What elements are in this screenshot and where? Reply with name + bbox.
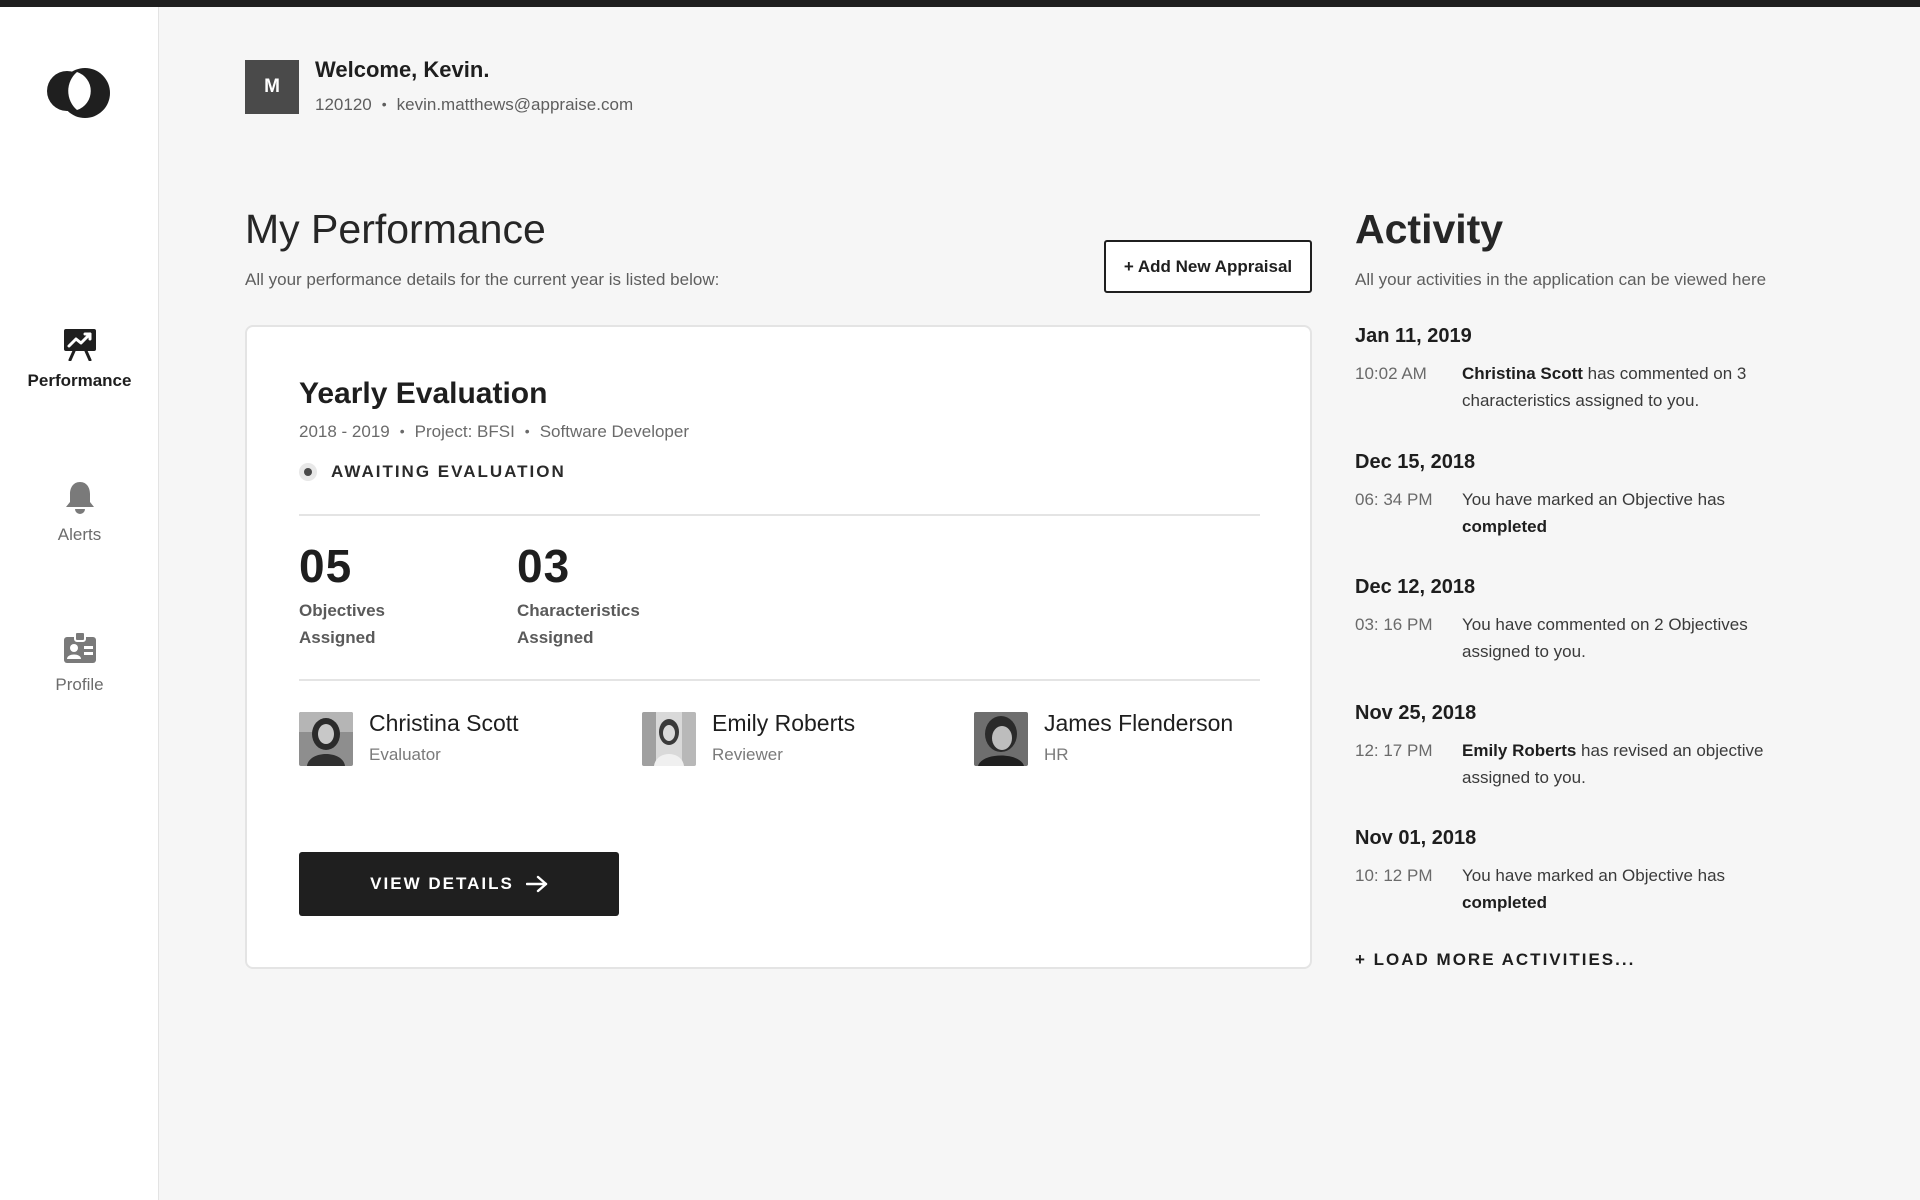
activity-time: 12: 17 PM	[1355, 740, 1433, 760]
divider	[299, 679, 1260, 681]
activity-item: Nov 01, 2018 10: 12 PM You have marked a…	[1355, 827, 1825, 953]
presentation-chart-icon	[0, 327, 159, 361]
person-role: HR	[1044, 745, 1069, 764]
activity-text: You have marked an Objective has complet…	[1462, 862, 1807, 916]
sidebar-item-label: Alerts	[57, 525, 102, 544]
job-role: Software Developer	[539, 422, 690, 441]
activity-emphasis: completed	[1462, 516, 1548, 536]
stat-label: Objectives Assigned	[299, 597, 449, 651]
activity-list: Jan 11, 2019 10:02 AM Christina Scott ha…	[1355, 325, 1825, 953]
stat-value: 03	[517, 540, 571, 592]
activity-item: Dec 12, 2018 03: 16 PM You have commente…	[1355, 576, 1825, 702]
sidebar-item-label: Performance	[27, 371, 132, 390]
avatar	[974, 712, 1028, 766]
person-role: Evaluator	[369, 745, 441, 764]
separator-dot: •	[524, 423, 530, 439]
activity-message: You have marked an Objective has	[1462, 866, 1726, 885]
avatar	[642, 712, 696, 766]
view-details-label: VIEW DETAILS	[370, 874, 514, 893]
stat-label-line: Objectives	[299, 601, 385, 620]
activity-item: Dec 15, 2018 06: 34 PM You have marked a…	[1355, 451, 1825, 577]
activity-text: You have commented on 2 Objectives assig…	[1462, 611, 1807, 665]
activity-date: Dec 15, 2018	[1355, 450, 1476, 473]
activity-date: Dec 12, 2018	[1355, 576, 1476, 598]
stat-value: 05	[299, 540, 353, 592]
stat-label-line: Assigned	[517, 628, 594, 647]
sidebar-item-label: Profile	[55, 675, 104, 694]
person-reviewer[interactable]: Emily Roberts Reviewer	[642, 710, 856, 766]
status-dot-icon	[299, 463, 317, 481]
separator-dot: •	[399, 423, 405, 439]
person-evaluator[interactable]: Christina Scott Evaluator	[299, 710, 519, 766]
arrow-right-icon	[525, 875, 548, 893]
activity-date: Nov 01, 2018	[1355, 827, 1477, 849]
activity-text: Emily Roberts has revised an objective a…	[1462, 737, 1807, 791]
project-name: Project: BFSI	[414, 422, 515, 441]
page-subtitle: All your performance details for the cur…	[245, 270, 720, 289]
activity-actor: Christina Scott	[1462, 364, 1583, 383]
user-email: kevin.matthews@appraise.com	[396, 95, 634, 114]
sidebar: Performance Alerts Profile	[0, 7, 159, 1200]
app-logo[interactable]	[43, 65, 117, 121]
status-badge: AWAITING EVALUATION	[299, 462, 566, 482]
activity-actor: Emily Roberts	[1462, 740, 1577, 760]
activity-date: Jan 11, 2019	[1355, 325, 1472, 347]
page-title: My Performance	[245, 206, 546, 252]
person-name: James Flenderson	[1044, 710, 1234, 736]
top-bar	[0, 0, 1920, 7]
activity-text: Christina Scott has commented on 3 chara…	[1462, 360, 1807, 414]
id-badge-icon	[0, 631, 159, 665]
divider	[299, 514, 1260, 516]
sidebar-item-performance[interactable]: Performance	[0, 327, 159, 391]
employee-id: 120120	[315, 95, 372, 114]
characteristics-stat: 03 Characteristics Assigned	[517, 539, 667, 651]
load-more-activities-link[interactable]: + LOAD MORE ACTIVITIES...	[1355, 950, 1635, 970]
activity-text: You have marked an Objective has complet…	[1462, 486, 1807, 540]
user-meta: 120120 • kevin.matthews@appraise.com	[315, 95, 633, 115]
stat-label-line: Assigned	[299, 628, 376, 647]
activity-emphasis: completed	[1462, 893, 1548, 912]
activity-title: Activity	[1355, 206, 1504, 252]
objectives-stat: 05 Objectives Assigned	[299, 539, 449, 651]
person-role: Reviewer	[712, 745, 783, 764]
evaluation-card: Yearly Evaluation 2018 - 2019 • Project: B…	[245, 325, 1312, 969]
stat-label-line: Characteristics	[517, 601, 640, 620]
sidebar-item-profile[interactable]: Profile	[0, 631, 159, 695]
evaluation-period: 2018 - 2019	[299, 422, 390, 441]
bell-icon	[0, 479, 159, 515]
add-new-appraisal-button[interactable]: + Add New Appraisal	[1104, 240, 1312, 293]
person-name: Emily Roberts	[712, 710, 856, 736]
activity-subtitle: All your activities in the application c…	[1355, 270, 1767, 289]
activity-time: 06: 34 PM	[1355, 489, 1433, 509]
view-details-button[interactable]: VIEW DETAILS	[299, 852, 619, 916]
person-hr[interactable]: James Flenderson HR	[974, 710, 1234, 766]
welcome-message: Welcome, Kevin.	[315, 57, 490, 82]
activity-message: You have commented on 2 Objectives assig…	[1462, 615, 1748, 661]
avatar[interactable]: M	[245, 60, 299, 114]
separator-dot: •	[381, 96, 387, 112]
activity-time: 03: 16 PM	[1355, 615, 1433, 634]
status-text: AWAITING EVALUATION	[331, 462, 566, 481]
activity-message: You have marked an Objective has	[1462, 489, 1726, 509]
person-name: Christina Scott	[369, 710, 519, 736]
card-meta: 2018 - 2019 • Project: BFSI • Software Devel…	[299, 422, 689, 442]
activity-item: Jan 11, 2019 10:02 AM Christina Scott ha…	[1355, 325, 1825, 451]
activity-time: 10: 12 PM	[1355, 866, 1433, 885]
card-title: Yearly Evaluation	[299, 377, 548, 410]
sidebar-item-alerts[interactable]: Alerts	[0, 479, 159, 545]
activity-date: Nov 25, 2018	[1355, 701, 1477, 724]
activity-item: Nov 25, 2018 12: 17 PM Emily Roberts has…	[1355, 702, 1825, 828]
avatar	[299, 712, 353, 766]
stat-label: Characteristics Assigned	[517, 597, 667, 651]
activity-time: 10:02 AM	[1355, 364, 1427, 383]
